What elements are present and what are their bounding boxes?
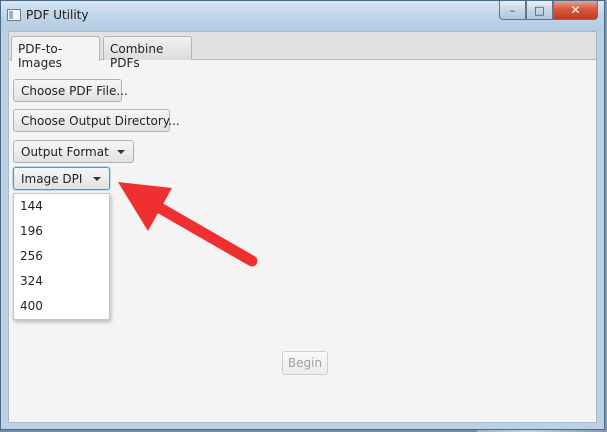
red-arrow-icon [118, 182, 258, 267]
annotation-arrow-overlay [118, 182, 258, 267]
